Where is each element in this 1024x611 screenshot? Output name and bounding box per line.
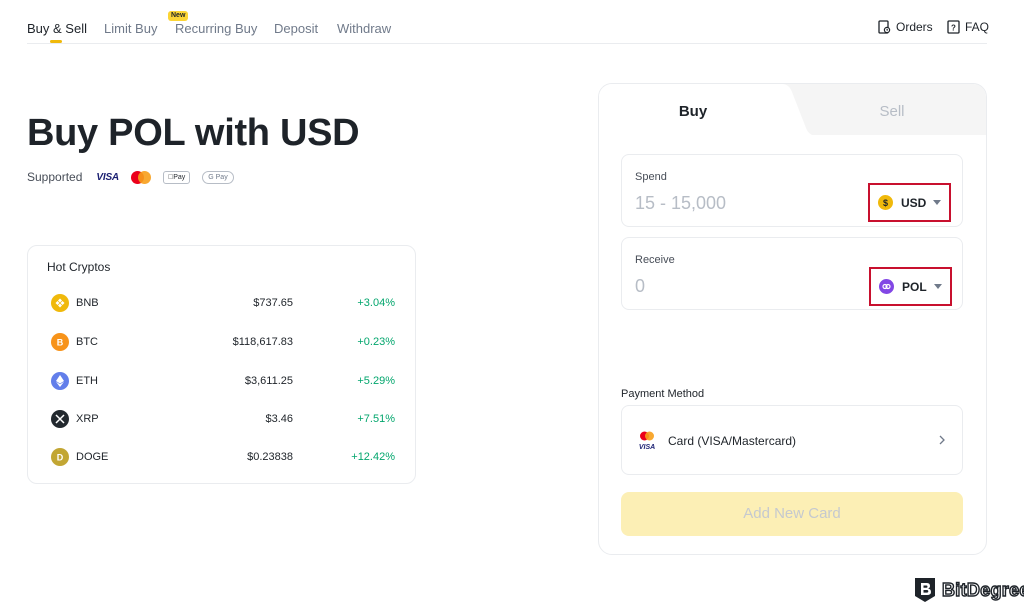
spend-currency-code: USD [901, 195, 927, 210]
crypto-price: $737.65 [253, 297, 293, 309]
crypto-symbol: ETH [76, 375, 98, 387]
crypto-row[interactable]: D DOGE $0.23838 +12.42% [28, 448, 417, 468]
tab-withdraw[interactable]: Withdraw [337, 21, 391, 36]
crypto-symbol: BTC [76, 336, 98, 348]
pol-icon [879, 279, 894, 294]
supported-label: Supported [27, 170, 83, 184]
google-pay-logo: G Pay [202, 170, 234, 184]
bitdegree-watermark: BitDegree [912, 576, 1024, 604]
spend-currency-select[interactable]: $ USD [868, 183, 951, 222]
top-nav: Buy & Sell Limit Buy New Recurring Buy D… [27, 0, 989, 44]
svg-text:D: D [57, 453, 64, 463]
supported-payments: Supported VISA Pay G Pay [27, 170, 246, 184]
bnb-icon [51, 294, 69, 312]
spend-field: Spend $ USD [621, 154, 963, 227]
svg-text:VISA: VISA [639, 444, 655, 451]
crypto-row[interactable]: ETH $3,611.25 +5.29% [28, 372, 417, 392]
crypto-price: $0.23838 [247, 451, 293, 463]
orders-link[interactable]: Orders [878, 20, 933, 34]
faq-icon: ? [947, 20, 960, 34]
chevron-right-icon [939, 435, 945, 445]
eth-icon [51, 372, 69, 390]
faq-link[interactable]: ? FAQ [947, 20, 989, 34]
crypto-change: +5.29% [357, 375, 395, 387]
tab-sell[interactable]: Sell [797, 103, 986, 120]
spend-input[interactable] [635, 193, 835, 214]
payment-method-label: Payment Method [621, 388, 705, 400]
crypto-price: $3,611.25 [244, 375, 293, 387]
crypto-change: +3.04% [357, 297, 395, 309]
crypto-row[interactable]: BNB $737.65 +3.04% [28, 294, 417, 314]
crypto-row[interactable]: B BTC $118,617.83 +0.23% [28, 333, 417, 353]
crypto-symbol: XRP [76, 413, 99, 425]
hot-cryptos-card: Hot Cryptos BNB $737.65 +3.04% B BTC $11… [27, 245, 416, 484]
tab-recurring-buy[interactable]: Recurring Buy [175, 21, 257, 36]
crypto-change: +7.51% [357, 413, 395, 425]
trade-panel: Buy Sell Spend $ USD Receive POL Payment… [598, 83, 987, 555]
crypto-change: +0.23% [357, 336, 395, 348]
receive-input[interactable] [635, 276, 835, 297]
tab-deposit[interactable]: Deposit [274, 21, 318, 36]
doge-icon: D [51, 448, 69, 466]
spend-label: Spend [635, 171, 667, 183]
crypto-price: $118,617.83 [232, 336, 293, 348]
caret-down-icon [933, 200, 941, 205]
hot-cryptos-title: Hot Cryptos [47, 260, 111, 274]
visa-logo: VISA [96, 171, 119, 183]
apple-pay-logo: Pay [162, 170, 191, 184]
payment-method-select[interactable]: VISA Card (VISA/Mastercard) [621, 405, 963, 475]
tab-limit-buy[interactable]: Limit Buy [104, 21, 157, 36]
add-new-card-button[interactable]: Add New Card [621, 492, 963, 536]
svg-text:?: ? [951, 24, 956, 33]
btc-icon: B [51, 333, 69, 351]
svg-text:B: B [57, 338, 64, 348]
receive-currency-select[interactable]: POL [869, 267, 952, 306]
crypto-price: $3.46 [265, 413, 293, 425]
crypto-symbol: BNB [76, 297, 99, 309]
usd-icon: $ [878, 195, 893, 210]
faq-label: FAQ [965, 20, 990, 34]
payment-method-value: Card (VISA/Mastercard) [668, 434, 797, 448]
xrp-icon [51, 410, 69, 428]
card-icon: VISA [639, 431, 655, 451]
mastercard-logo [130, 170, 151, 184]
receive-label: Receive [635, 254, 675, 266]
orders-label: Orders [896, 20, 933, 34]
bitdegree-logo-icon [915, 578, 935, 602]
page-title: Buy POL with USD [27, 112, 360, 154]
active-tab-indicator [50, 40, 62, 43]
tab-buy[interactable]: Buy [599, 103, 787, 120]
new-badge: New [168, 11, 189, 21]
crypto-symbol: DOGE [76, 451, 109, 463]
crypto-change: +12.42% [351, 451, 395, 463]
receive-field: Receive POL [621, 237, 963, 310]
caret-down-icon [934, 284, 942, 289]
crypto-row[interactable]: XRP $3.46 +7.51% [28, 410, 417, 430]
watermark-text: BitDegree [941, 579, 1024, 600]
tab-buy-sell[interactable]: Buy & Sell [27, 21, 87, 36]
orders-icon [878, 20, 891, 34]
receive-currency-code: POL [902, 279, 927, 294]
